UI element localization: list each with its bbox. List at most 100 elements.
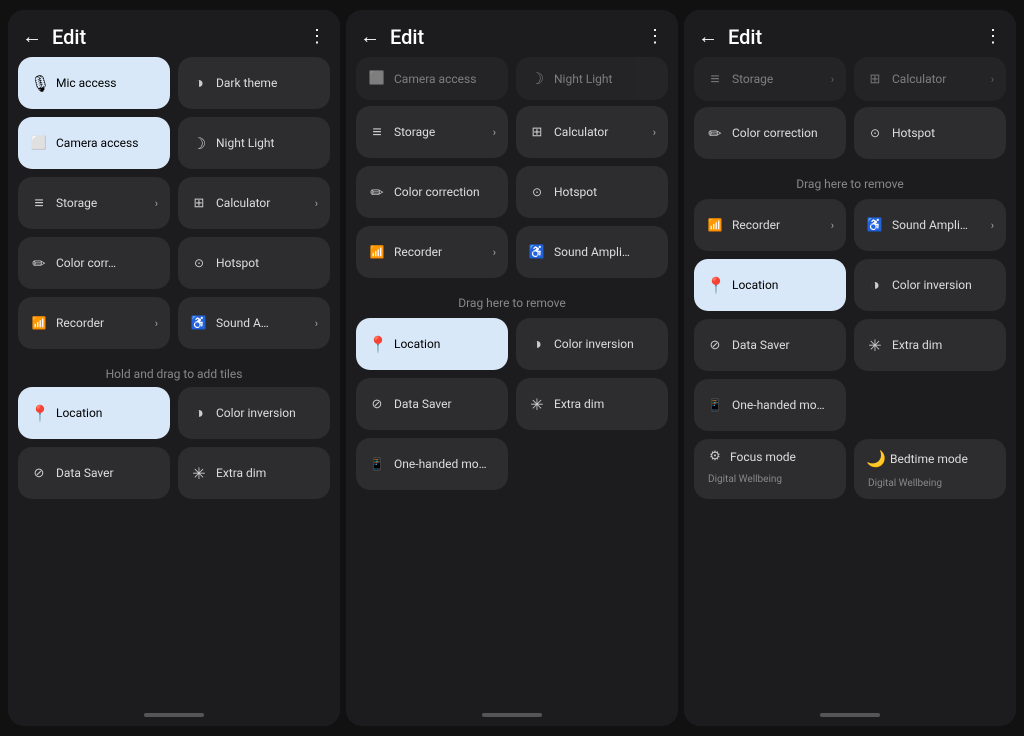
tile-recorder-p2[interactable]: 📶 Recorder ›	[356, 226, 508, 278]
bottom-bar-3	[684, 708, 1016, 726]
panel-2-partial-top: ⬜ Camera access ☽ Night Light	[346, 57, 678, 100]
hotspot-icon-p3: ⊙	[866, 126, 884, 140]
tile-mic-access[interactable]: 🎙 Mic access	[18, 57, 170, 109]
tile-hotspot[interactable]: ⊙ Hotspot	[178, 237, 330, 289]
more-menu-2[interactable]: ⋮	[646, 26, 664, 47]
tile-sound-p3[interactable]: ♿ Sound Ampli… ›	[854, 199, 1006, 251]
section-label-1: Hold and drag to add tiles	[18, 357, 330, 387]
panel-2-top-grid: ⬜ Camera access ☽ Night Light	[356, 57, 668, 100]
tile-location-label-p3: Location	[732, 278, 834, 292]
panel-2: ← Edit ⋮ ⬜ Camera access ☽ Night Light ≡	[346, 10, 678, 726]
tile-color-corr-label-p2: Color correction	[394, 185, 496, 199]
tile-hotspot-label-p2: Hotspot	[554, 185, 656, 199]
tile-color-corr-p2[interactable]: ✏ Color correction	[356, 166, 508, 218]
tile-storage-label-p3-top: Storage	[732, 72, 823, 86]
tile-recorder-p3[interactable]: 📶 Recorder ›	[694, 199, 846, 251]
tile-calc-label-p3-top: Calculator	[892, 72, 983, 86]
panel-1: ← Edit ⋮ 🎙 Mic access ◑ Dark theme ⬜ Cam…	[8, 10, 340, 726]
extra-dim-icon-p3: ✳	[866, 336, 884, 355]
tile-dark-label: Dark theme	[216, 76, 318, 90]
tile-focus-label: Focus mode	[730, 450, 834, 464]
calc-icon-p2: ⊞	[528, 125, 546, 140]
tile-recorder[interactable]: 📶 Recorder ›	[18, 297, 170, 349]
color-inv-icon-p3: ◑	[866, 275, 884, 295]
panel-2-bottom-grid: 📍 Location ◑ Color inversion ⊘ Data Save…	[356, 318, 668, 490]
tile-data-saver-1[interactable]: ⊘ Data Saver	[18, 447, 170, 499]
tile-data-saver-p2[interactable]: ⊘ Data Saver	[356, 378, 508, 430]
bottom-bar-1	[8, 708, 340, 726]
back-button-3[interactable]: ←	[698, 24, 718, 49]
tile-data-saver-p3[interactable]: ⊘ Data Saver	[694, 319, 846, 371]
back-button-1[interactable]: ←	[22, 24, 42, 49]
data-saver-icon-p2: ⊘	[368, 397, 386, 412]
tile-storage[interactable]: ≡ Storage ›	[18, 177, 170, 229]
extra-dim-icon-1: ✳	[190, 464, 208, 483]
tile-hotspot-label-p3: Hotspot	[892, 126, 994, 140]
panel-3-partial-top: ≡ Storage › ⊞ Calculator ›	[684, 57, 1016, 101]
hotspot-icon: ⊙	[190, 256, 208, 270]
calculator-chevron: ›	[315, 197, 318, 210]
tile-extra-dim-p3[interactable]: ✳ Extra dim	[854, 319, 1006, 371]
tile-extra-dim-label-p3: Extra dim	[892, 338, 994, 352]
tile-calculator[interactable]: ⊞ Calculator ›	[178, 177, 330, 229]
tile-calc-p3-top[interactable]: ⊞ Calculator ›	[854, 57, 1006, 101]
tile-location-1[interactable]: 📍 Location	[18, 387, 170, 439]
tile-storage-p2[interactable]: ≡ Storage ›	[356, 106, 508, 158]
tile-bedtime-mode[interactable]: 🌙 Bedtime mode Digital Wellbeing	[854, 439, 1006, 499]
bedtime-mode-icon: 🌙	[866, 449, 884, 468]
location-icon-p3: 📍	[706, 276, 724, 295]
tile-color-inv-p3[interactable]: ◑ Color inversion	[854, 259, 1006, 311]
tile-sound-p2[interactable]: ♿ Sound Ampli…	[516, 226, 668, 278]
tile-hotspot-label: Hotspot	[216, 256, 318, 270]
panel-2-title: Edit	[390, 25, 646, 49]
color-correction-icon: ✏	[30, 254, 48, 273]
tile-night-light[interactable]: ☽ Night Light	[178, 117, 330, 169]
bottom-indicator-1	[144, 713, 204, 717]
tile-dark-theme[interactable]: ◑ Dark theme	[178, 57, 330, 109]
tile-extra-dim-label-1: Extra dim	[216, 466, 318, 480]
tile-focus-mode[interactable]: ⚙ Focus mode Digital Wellbeing	[694, 439, 846, 499]
panel-3-header: ← Edit ⋮	[684, 10, 1016, 57]
tile-sound-amp[interactable]: ♿ Sound A… ›	[178, 297, 330, 349]
storage-icon-p3-top: ≡	[706, 69, 724, 89]
tile-one-handed-p3[interactable]: 📱 One-handed mo…	[694, 379, 846, 431]
bottom-bar-2	[346, 708, 678, 726]
more-menu-3[interactable]: ⋮	[984, 26, 1002, 47]
tile-color-inversion-1[interactable]: ◑ Color inversion	[178, 387, 330, 439]
back-button-2[interactable]: ←	[360, 24, 380, 49]
storage-chev-p3: ›	[831, 73, 834, 86]
tile-hotspot-p3[interactable]: ⊙ Hotspot	[854, 107, 1006, 159]
tile-color-corr-p3[interactable]: ✏ Color correction	[694, 107, 846, 159]
tile-night-p2[interactable]: ☽ Night Light	[516, 57, 668, 100]
tile-storage-p3-top[interactable]: ≡ Storage ›	[694, 57, 846, 101]
tile-location-p3[interactable]: 📍 Location	[694, 259, 846, 311]
tile-one-handed-p2[interactable]: 📱 One-handed mo…	[356, 438, 508, 490]
tile-data-saver-label-1: Data Saver	[56, 466, 158, 480]
drag-label-2: Drag here to remove	[356, 286, 668, 318]
tile-color-inv-label-1: Color inversion	[216, 406, 318, 420]
color-inv-icon-1: ◑	[190, 403, 208, 423]
mic-icon: 🎙	[30, 74, 48, 93]
tile-location-p2[interactable]: 📍 Location	[356, 318, 508, 370]
storage-icon: ≡	[30, 193, 48, 213]
panel-2-header: ← Edit ⋮	[346, 10, 678, 57]
extra-dim-icon-p2: ✳	[528, 395, 546, 414]
tile-color-correction[interactable]: ✏ Color corr…	[18, 237, 170, 289]
tile-camera-p2[interactable]: ⬜ Camera access	[356, 57, 508, 100]
tile-calculator-p2[interactable]: ⊞ Calculator ›	[516, 106, 668, 158]
tile-camera-access[interactable]: ⬜ Camera access	[18, 117, 170, 169]
more-menu-1[interactable]: ⋮	[308, 26, 326, 47]
tile-extra-dim-label-p2: Extra dim	[554, 397, 656, 411]
tile-extra-dim-p2[interactable]: ✳ Extra dim	[516, 378, 668, 430]
bottom-indicator-3	[820, 713, 880, 717]
focus-mode-icon: ⚙	[706, 449, 724, 464]
hotspot-icon-p2: ⊙	[528, 185, 546, 199]
tile-hotspot-p2[interactable]: ⊙ Hotspot	[516, 166, 668, 218]
calc-chevron-p2: ›	[653, 126, 656, 139]
tile-one-handed-label-p2: One-handed mo…	[394, 457, 496, 471]
location-icon-1: 📍	[30, 404, 48, 423]
tile-color-inv-p2[interactable]: ◑ Color inversion	[516, 318, 668, 370]
tile-extra-dim-1[interactable]: ✳ Extra dim	[178, 447, 330, 499]
calc-icon-p3-top: ⊞	[866, 72, 884, 87]
color-corr-icon-p3: ✏	[706, 124, 724, 143]
